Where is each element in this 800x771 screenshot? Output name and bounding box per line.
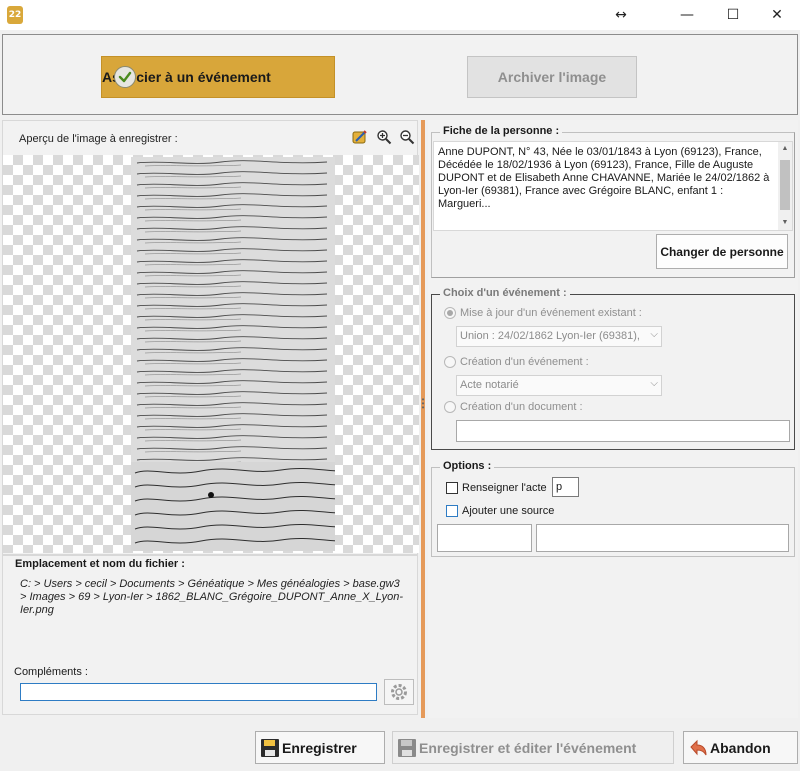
existing-event-value: Union : 24/02/1862 Lyon-Ier (69381),: [460, 330, 640, 342]
options-group: Options : Renseigner l'acte p Ajouter un…: [431, 460, 795, 557]
file-path-breadcrumb: C: > Users > cecil > Documents > Généati…: [20, 578, 403, 616]
options-title: Options :: [440, 460, 495, 472]
resize-icon[interactable]: ↔: [598, 0, 644, 30]
title-bar: 22 ↔ — ☐ ✕: [0, 0, 800, 30]
event-type-select[interactable]: Acte notarié ⌵: [456, 375, 662, 396]
source-field-1[interactable]: [437, 524, 532, 552]
scroll-up-icon[interactable]: ▲: [778, 142, 792, 156]
update-event-label: Mise à jour d'un événement existant :: [460, 307, 642, 319]
person-card-group: Fiche de la personne : Anne DUPONT, N° 4…: [431, 125, 795, 278]
location-title: Emplacement et nom du fichier :: [13, 558, 187, 570]
add-source-checkbox[interactable]: Ajouter une source: [446, 505, 554, 517]
create-event-radio[interactable]: Création d'un événement :: [444, 356, 589, 368]
radio-empty-icon: [444, 356, 456, 368]
associate-event-button[interactable]: Associer à un événement: [101, 56, 335, 98]
settings-button[interactable]: [384, 679, 414, 705]
zoom-in-icon[interactable]: [375, 128, 393, 146]
preview-label: Aperçu de l'image à enregistrer :: [19, 133, 178, 145]
edit-image-icon[interactable]: [351, 128, 369, 146]
source-field-2[interactable]: [536, 524, 789, 552]
checkbox-icon: [446, 505, 458, 517]
fill-act-checkbox[interactable]: Renseigner l'acte: [446, 482, 547, 494]
radio-empty-icon: [444, 401, 456, 413]
close-button[interactable]: ✕: [754, 0, 800, 30]
floppy-disk-icon: [261, 738, 279, 757]
checkbox-icon: [446, 482, 458, 494]
fill-act-label: Renseigner l'acte: [462, 482, 547, 494]
complements-label: Compléments :: [14, 666, 88, 678]
save-and-edit-button[interactable]: Enregistrer et éditer l'événement: [392, 731, 674, 764]
minimize-button[interactable]: —: [664, 0, 710, 30]
zoom-out-icon[interactable]: [398, 128, 416, 146]
complements-input[interactable]: [20, 683, 377, 701]
chevron-down-icon: ⌵: [650, 329, 658, 340]
existing-event-select[interactable]: Union : 24/02/1862 Lyon-Ier (69381), ⌵: [456, 326, 662, 347]
chevron-down-icon: ⌵: [650, 378, 658, 389]
panel-splitter[interactable]: [421, 120, 425, 718]
update-event-radio[interactable]: Mise à jour d'un événement existant :: [444, 307, 642, 319]
scroll-thumb[interactable]: [780, 160, 790, 210]
radio-selected-icon: [444, 307, 456, 319]
right-panel: Fiche de la personne : Anne DUPONT, N° 4…: [428, 120, 798, 718]
document-name-input[interactable]: [456, 420, 790, 442]
splitter-grip-icon[interactable]: • • •: [419, 396, 427, 414]
image-preview-panel: Aperçu de l'image à enregistrer :: [2, 120, 419, 555]
save-and-edit-label: Enregistrer et éditer l'événement: [419, 739, 637, 756]
cancel-button[interactable]: Abandon: [683, 731, 798, 764]
undo-arrow-icon: [690, 739, 707, 755]
checkmark-icon: [114, 66, 136, 88]
person-card-title: Fiche de la personne :: [440, 125, 563, 137]
person-summary-scrollbar[interactable]: ▲ ▼: [778, 142, 792, 230]
gear-icon: [391, 684, 407, 700]
scroll-down-icon[interactable]: ▼: [778, 216, 792, 230]
create-event-label: Création d'un événement :: [460, 356, 589, 368]
action-toolbar: Associer à un événement Archiver l'image: [2, 34, 798, 115]
person-summary-text: Anne DUPONT, N° 43, Née le 03/01/1843 à …: [438, 146, 770, 210]
fill-act-input[interactable]: p: [552, 477, 579, 497]
transparency-background: [3, 155, 419, 553]
create-document-radio[interactable]: Création d'un document :: [444, 401, 583, 413]
save-button[interactable]: Enregistrer: [255, 731, 385, 764]
floppy-disk-icon: [398, 738, 416, 757]
file-location-panel: Emplacement et nom du fichier : C: > Use…: [2, 555, 418, 715]
archive-image-button[interactable]: Archiver l'image: [467, 56, 637, 98]
event-choice-group: Choix d'un événement : Mise à jour d'un …: [431, 287, 795, 450]
save-label: Enregistrer: [282, 739, 357, 756]
document-scan-image: [131, 157, 335, 551]
event-type-value: Acte notarié: [460, 379, 519, 391]
event-choice-title: Choix d'un événement :: [440, 287, 570, 299]
change-person-button[interactable]: Changer de personne: [656, 234, 788, 269]
person-summary-box: Anne DUPONT, N° 43, Née le 03/01/1843 à …: [433, 141, 793, 231]
maximize-button[interactable]: ☐: [710, 0, 756, 30]
create-document-label: Création d'un document :: [460, 401, 583, 413]
add-source-label: Ajouter une source: [462, 505, 555, 517]
app-logo-icon: 22: [7, 6, 23, 24]
cancel-label: Abandon: [710, 739, 771, 756]
